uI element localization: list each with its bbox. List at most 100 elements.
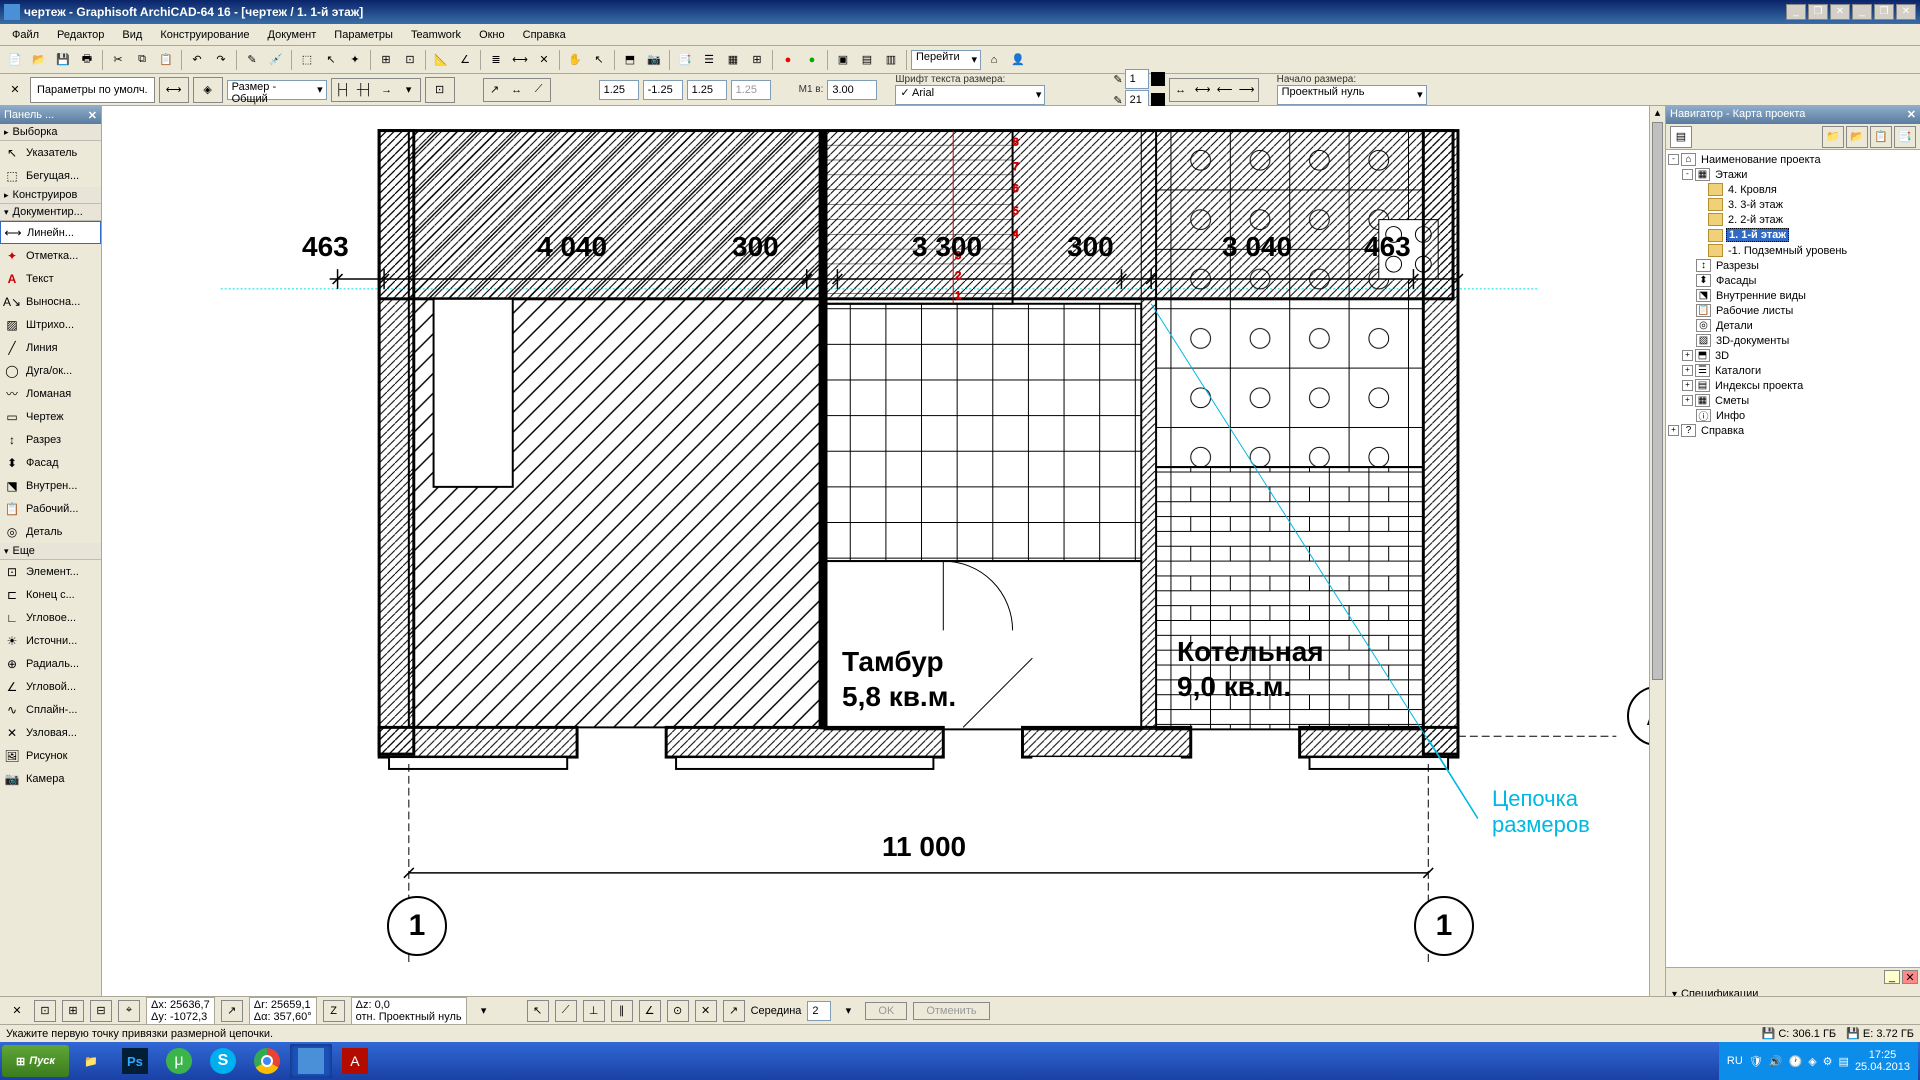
tray-icon3[interactable]: 🕐 xyxy=(1788,1055,1802,1068)
dim-mode2-icon[interactable]: ┼┤ xyxy=(354,79,376,101)
task-archicad[interactable] xyxy=(290,1044,332,1078)
marker3-icon[interactable]: ⟋ xyxy=(528,79,550,101)
tree-floor-4[interactable]: 4. Кровля xyxy=(1668,182,1918,197)
arrow-icon[interactable]: ↖ xyxy=(320,49,342,71)
tool-hotspot[interactable]: ✕Узловая... xyxy=(0,721,101,744)
tray-icon1[interactable]: 🛡 xyxy=(1749,1055,1763,1068)
tool-spline[interactable]: ∿Сплайн-... xyxy=(0,698,101,721)
tool-text[interactable]: AТекст xyxy=(0,267,101,290)
cb-6-icon[interactable]: Z xyxy=(323,1000,345,1022)
3d-icon[interactable]: ⬒ xyxy=(619,49,641,71)
section-more[interactable]: ▾Еще xyxy=(0,543,101,560)
home-icon[interactable]: ⌂ xyxy=(983,49,1005,71)
arrow2-icon[interactable]: ⟷ xyxy=(1192,79,1214,101)
window1-icon[interactable]: ▣ xyxy=(832,49,854,71)
dim-mode4-icon[interactable]: ▾ xyxy=(398,79,420,101)
tray-icon5[interactable]: ⚙ xyxy=(1823,1055,1833,1068)
val2-input[interactable] xyxy=(643,80,683,100)
tree-interior[interactable]: ⬔Внутренние виды xyxy=(1668,288,1918,303)
tray-lang[interactable]: RU xyxy=(1727,1055,1743,1067)
tree-floor-0[interactable]: -1. Подземный уровень xyxy=(1668,243,1918,258)
tool-fill[interactable]: ▨Штрихо... xyxy=(0,313,101,336)
tool-camera[interactable]: 📷Камера xyxy=(0,767,101,790)
cursor-icon[interactable]: ↖ xyxy=(588,49,610,71)
nav-view3-icon[interactable]: 📋 xyxy=(1870,126,1892,148)
tree-sections[interactable]: ↕Разрезы xyxy=(1668,258,1918,273)
val1-input[interactable] xyxy=(599,80,639,100)
picker-icon[interactable]: ✎ xyxy=(241,49,263,71)
cb-4-icon[interactable]: ⌖ xyxy=(118,1000,140,1022)
restore-button[interactable]: ❐ xyxy=(1808,4,1828,20)
redo-icon[interactable]: ↷ xyxy=(210,49,232,71)
v-scrollbar[interactable]: ▴ xyxy=(1649,106,1665,1036)
inner-close-button[interactable]: ✕ xyxy=(1896,4,1916,20)
color-icon[interactable]: ● xyxy=(777,49,799,71)
tree-3d[interactable]: +⬒3D xyxy=(1668,348,1918,363)
tool-worksheet[interactable]: 📋Рабочий... xyxy=(0,497,101,520)
snap-icon[interactable]: ⊡ xyxy=(399,49,421,71)
select-icon[interactable]: ⬚ xyxy=(296,49,318,71)
sheet-icon[interactable]: ▦ xyxy=(722,49,744,71)
check-icon[interactable]: ● xyxy=(801,49,823,71)
wand-icon[interactable]: ✦ xyxy=(344,49,366,71)
spec-close-icon[interactable]: ✕ xyxy=(1902,970,1918,984)
inner-minimize-button[interactable]: _ xyxy=(1852,4,1872,20)
toolbox-close-icon[interactable]: ✕ xyxy=(88,109,97,122)
task-utorrent[interactable]: μ xyxy=(158,1044,200,1078)
ruler-icon[interactable]: 📐 xyxy=(430,49,452,71)
task-skype[interactable]: S xyxy=(202,1044,244,1078)
cb-s8-icon[interactable]: ↗ xyxy=(723,1000,745,1022)
layer-dropdown[interactable]: Размер - Общий xyxy=(227,80,327,100)
menu-window[interactable]: Окно xyxy=(471,27,513,43)
tree-schedules[interactable]: +▦Сметы xyxy=(1668,393,1918,408)
menu-teamwork[interactable]: Teamwork xyxy=(403,27,469,43)
tool-corner[interactable]: ∟Угловое... xyxy=(0,606,101,629)
cancel-button[interactable]: Отменить xyxy=(913,1002,989,1020)
origin-dropdown[interactable]: Проектный нуль xyxy=(1277,85,1427,105)
list-icon[interactable]: ☰ xyxy=(698,49,720,71)
font-dropdown[interactable]: ✓ Arial xyxy=(895,85,1045,105)
paste-icon[interactable]: 📋 xyxy=(155,49,177,71)
tree-floor-2[interactable]: 2. 2-й этаж xyxy=(1668,212,1918,227)
cb-5-icon[interactable]: ↗ xyxy=(221,1000,243,1022)
task-photoshop[interactable]: Ps xyxy=(114,1044,156,1078)
cb-2-icon[interactable]: ⊞ xyxy=(62,1000,84,1022)
syringe-icon[interactable]: 💉 xyxy=(265,49,287,71)
spec-min-icon[interactable]: _ xyxy=(1884,970,1900,984)
tool-pointer[interactable]: ↖Указатель xyxy=(0,141,101,164)
pen1-input[interactable] xyxy=(1125,69,1149,89)
save-icon[interactable]: 💾 xyxy=(52,49,74,71)
cut-icon[interactable]: ✂ xyxy=(107,49,129,71)
new-icon[interactable]: 📄 xyxy=(4,49,26,71)
nav-view1-icon[interactable]: 📁 xyxy=(1822,126,1844,148)
val3-input[interactable] xyxy=(687,80,727,100)
menu-design[interactable]: Конструирование xyxy=(152,27,257,43)
tree-info[interactable]: ⓘИнфо xyxy=(1668,408,1918,423)
person-icon[interactable]: 👤 xyxy=(1007,49,1029,71)
tool-line[interactable]: ╱Линия xyxy=(0,336,101,359)
arrow1-icon[interactable]: ↔ xyxy=(1170,79,1192,101)
dim-mode3-icon[interactable]: → xyxy=(376,79,398,101)
copy-icon[interactable]: ⧉ xyxy=(131,49,153,71)
close-button[interactable]: ✕ xyxy=(1830,4,1850,20)
tree-root[interactable]: -⌂Наименование проекта xyxy=(1668,152,1918,167)
canvas[interactable]: 876 54 321 463 4 040 300 3 300 300 3 040… xyxy=(102,106,1665,1052)
tool-marquee[interactable]: ⬚Бегущая... xyxy=(0,164,101,187)
task-chrome[interactable] xyxy=(246,1044,288,1078)
section-construct[interactable]: ▸Конструиров xyxy=(0,187,101,204)
tool-radial[interactable]: ⊕Радиаль... xyxy=(0,652,101,675)
cb-close-icon[interactable]: ✕ xyxy=(6,1000,28,1022)
break-icon[interactable]: ✕ xyxy=(533,49,555,71)
inner-restore-button[interactable]: ❐ xyxy=(1874,4,1894,20)
tool-interior[interactable]: ⬔Внутрен... xyxy=(0,474,101,497)
tool-polyline[interactable]: 〰Ломаная xyxy=(0,382,101,405)
cb-s1-icon[interactable]: ↖ xyxy=(527,1000,549,1022)
scale-input[interactable] xyxy=(827,80,877,100)
tool-figure[interactable]: 🖼Рисунок xyxy=(0,744,101,767)
tool-detail[interactable]: ◎Деталь xyxy=(0,520,101,543)
tool-section[interactable]: ↕Разрез xyxy=(0,428,101,451)
tool-light[interactable]: ☀Источни... xyxy=(0,629,101,652)
tray-icon4[interactable]: ◈ xyxy=(1808,1055,1816,1068)
cb-s7-icon[interactable]: ✕ xyxy=(695,1000,717,1022)
angle-icon[interactable]: ∠ xyxy=(454,49,476,71)
